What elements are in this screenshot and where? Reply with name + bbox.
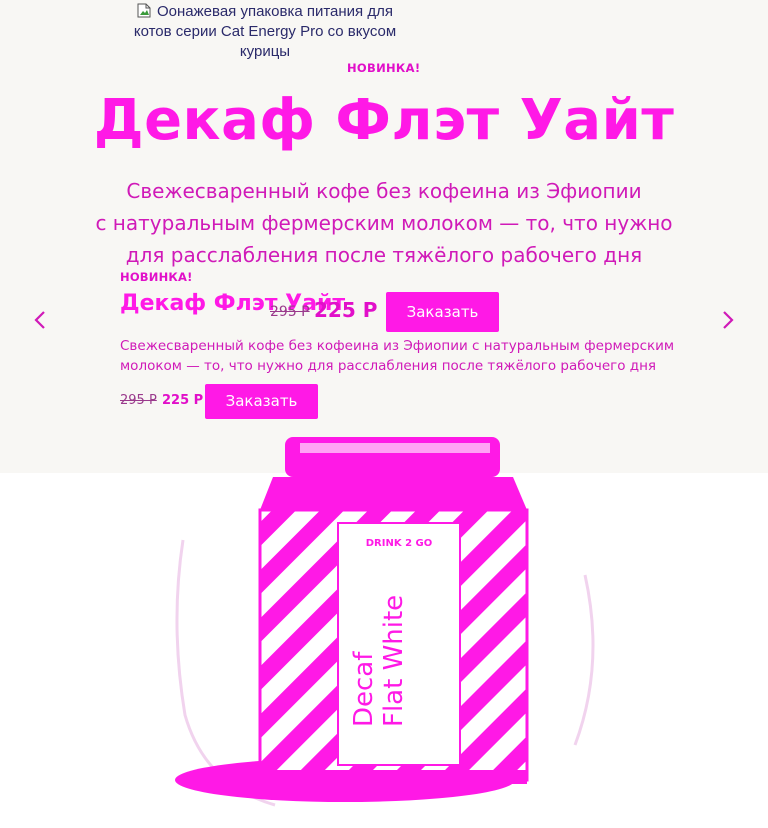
slide-new-badge: НОВИНКА! — [120, 270, 193, 284]
slider-next-button[interactable] — [713, 305, 743, 335]
broken-image-alt-text: Оонажевая упаковка питания для котов сер… — [133, 3, 397, 60]
slide-description: Свежесваренный кофе без кофеина из Эфиоп… — [120, 338, 675, 374]
slide-title: Декаф Флэт Уайт — [120, 291, 346, 316]
new-badge: НОВИНКА! — [347, 61, 421, 75]
chevron-left-icon — [34, 311, 45, 329]
slider-prev-button[interactable] — [25, 305, 55, 335]
order-button-secondary[interactable]: Заказать — [205, 384, 318, 419]
slide-new-price: 225 Р — [314, 298, 378, 322]
product-can-image: DRINK 2 GO Decaf Flat White — [165, 425, 605, 825]
broken-image-icon — [137, 3, 151, 18]
page: Оонажевая упаковка питания для котов сер… — [0, 0, 768, 828]
slide-old-price: 295 Р — [270, 304, 310, 320]
hero-description: Свежесваренный кофе без кофеина из Эфиоп… — [94, 175, 674, 271]
order-button[interactable]: Заказать — [386, 292, 499, 332]
can-label-line-1: Decaf — [349, 651, 379, 727]
slide-small-old-price: 295 Р — [120, 393, 157, 408]
hero-description-line: Свежесваренный кофе без кофеина из Эфиоп… — [126, 179, 642, 203]
hero-title: Декаф Флэт Уайт — [93, 88, 675, 153]
hero-description-line: с натуральным фермерским молоком — то, ч… — [95, 211, 673, 235]
hero-description-line: для расслабления после тяжёлого рабочего… — [125, 243, 643, 267]
chevron-right-icon — [723, 311, 734, 329]
slide-small-new-price: 225 Р — [162, 393, 204, 408]
can-brand-text: DRINK 2 GO — [366, 538, 432, 549]
broken-product-image: Оонажевая упаковка питания для котов сер… — [120, 2, 410, 62]
can-label-line-2: Flat White — [379, 595, 409, 727]
